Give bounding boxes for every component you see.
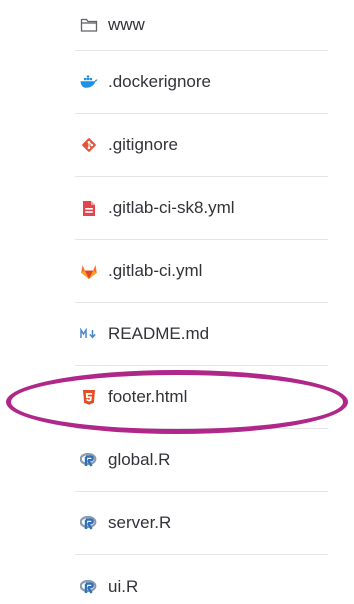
- html5-icon: [80, 388, 98, 406]
- file-row-gitlab-ci-sk8[interactable]: .gitlab-ci-sk8.yml: [75, 177, 328, 240]
- file-name: .gitlab-ci.yml: [108, 261, 203, 280]
- file-name: ui.R: [108, 576, 139, 596]
- file-row-footer-html[interactable]: footer.html: [75, 366, 328, 429]
- file-list: www .dockerignore .gitignore .gitlab-ci-…: [75, 0, 328, 604]
- file-name: server.R: [108, 513, 172, 532]
- file-name: README.md: [108, 324, 210, 343]
- r-lang-icon: [80, 578, 98, 596]
- file-name: .dockerignore: [108, 72, 212, 91]
- file-name: .gitignore: [108, 135, 178, 154]
- r-lang-icon: [80, 451, 98, 469]
- git-icon: [80, 136, 98, 154]
- file-row-gitignore[interactable]: .gitignore: [75, 114, 328, 177]
- file-row-global-r[interactable]: global.R: [75, 429, 328, 492]
- gitlab-icon: [80, 262, 98, 280]
- file-name: .gitlab-ci-sk8.yml: [108, 198, 235, 217]
- markdown-icon: [80, 325, 98, 343]
- file-name: global.R: [108, 450, 171, 469]
- file-name: footer.html: [108, 387, 188, 406]
- yaml-file-icon: [80, 199, 98, 217]
- folder-icon: [80, 16, 98, 34]
- file-name: www: [108, 15, 145, 34]
- file-row-gitlab-ci[interactable]: .gitlab-ci.yml: [75, 240, 328, 303]
- file-row-ui-r[interactable]: ui.R: [75, 555, 328, 604]
- file-row-server-r[interactable]: server.R: [75, 492, 328, 555]
- file-row-www[interactable]: www: [75, 0, 328, 51]
- file-row-readme[interactable]: README.md: [75, 303, 328, 366]
- docker-icon: [80, 73, 98, 91]
- file-row-dockerignore[interactable]: .dockerignore: [75, 51, 328, 114]
- r-lang-icon: [80, 514, 98, 532]
- file-tree-panel: www .dockerignore .gitignore .gitlab-ci-…: [0, 0, 354, 604]
